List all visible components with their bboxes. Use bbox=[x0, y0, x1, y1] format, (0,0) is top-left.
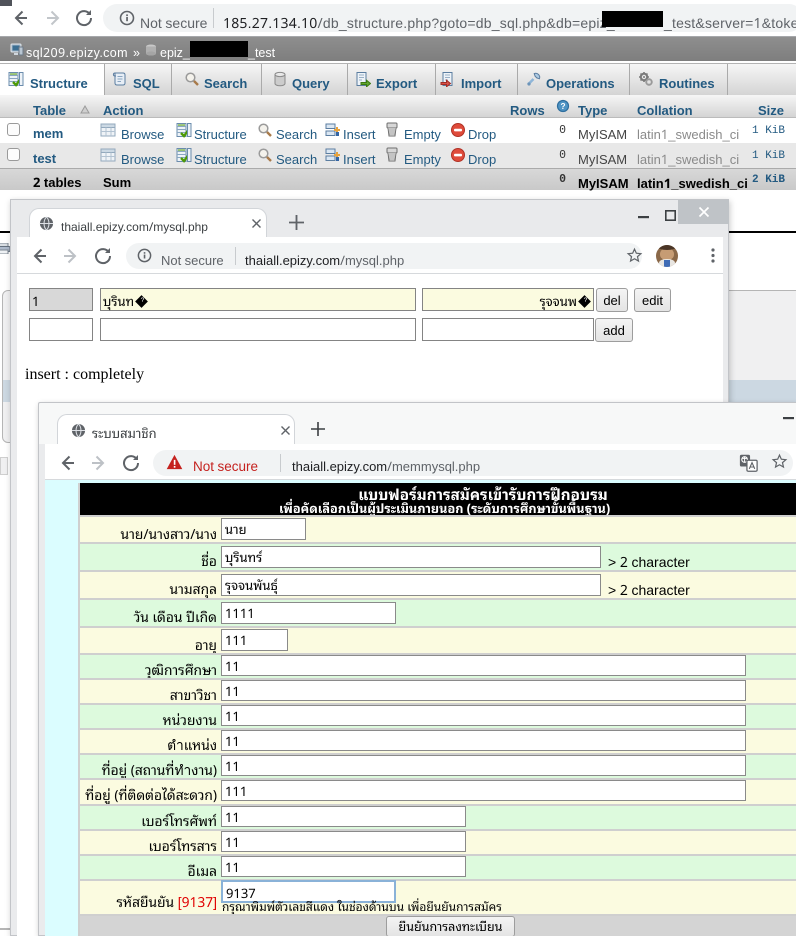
svg-text:?: ? bbox=[560, 101, 565, 111]
